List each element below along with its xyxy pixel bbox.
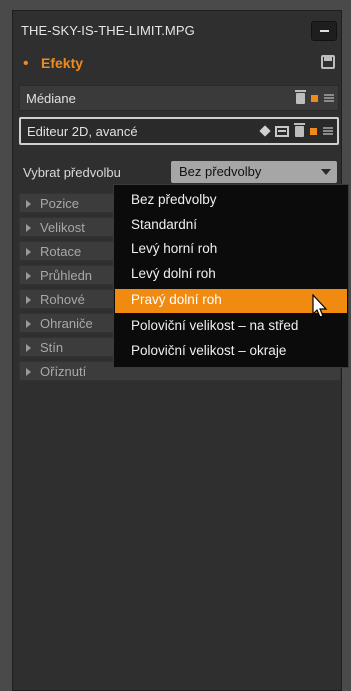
expand-arrow-icon: [26, 344, 31, 352]
window-title: THE-SKY-IS-THE-LIMIT.MPG: [21, 23, 195, 38]
expand-arrow-icon: [26, 224, 31, 232]
preset-select[interactable]: Bez předvolby: [171, 161, 337, 183]
trash-icon[interactable]: [295, 89, 306, 104]
option-label: Poloviční velikost – na střed: [131, 318, 299, 333]
effects-header: • Efekty: [19, 51, 339, 75]
orange-square-icon[interactable]: [311, 94, 318, 102]
effect-row-label: Médiane: [26, 91, 76, 106]
preset-select-value: Bez předvolby: [179, 164, 262, 179]
hamburger-icon[interactable]: [324, 94, 334, 102]
preset-dropdown: Bez předvolby Standardní Levý horní roh …: [113, 184, 349, 368]
section-label: Průhledn: [40, 268, 93, 283]
effect-row-mediane[interactable]: Médiane: [19, 85, 339, 111]
dropdown-option[interactable]: Levý dolní roh: [115, 263, 347, 287]
mouse-cursor-icon: [312, 294, 328, 318]
preset-label: Vybrat předvolbu: [23, 165, 121, 180]
dropdown-option[interactable]: Standardní: [115, 214, 347, 238]
effect-row-editeur-2d[interactable]: Editeur 2D, avancé: [19, 117, 339, 145]
dropdown-option[interactable]: Bez předvolby: [115, 189, 347, 213]
preset-row: Vybrat předvolbu Bez předvolby: [19, 161, 339, 185]
title-bar: THE-SKY-IS-THE-LIMIT.MPG: [19, 19, 339, 43]
effects-label: Efekty: [41, 55, 84, 71]
minimize-button[interactable]: [311, 21, 337, 41]
dropdown-option[interactable]: Poloviční velikost – okraje: [115, 340, 347, 364]
bullet-icon: •: [23, 55, 29, 72]
minimize-icon: [320, 30, 329, 32]
section-label: Stín: [40, 340, 64, 355]
section-label: Velikost: [40, 220, 85, 235]
expand-arrow-icon: [26, 200, 31, 208]
orange-square-icon[interactable]: [310, 127, 317, 135]
hamburger-icon[interactable]: [323, 127, 333, 135]
dropdown-option[interactable]: Levý horní roh: [115, 238, 347, 262]
panel-icon[interactable]: [275, 125, 289, 137]
save-icon[interactable]: [321, 55, 335, 69]
option-label: Levý horní roh: [131, 241, 218, 256]
expand-arrow-icon: [26, 248, 31, 256]
trash-icon[interactable]: [294, 122, 305, 137]
section-label: Pozice: [40, 196, 80, 211]
option-label: Poloviční velikost – okraje: [131, 343, 287, 358]
expand-arrow-icon: [26, 368, 31, 376]
section-label: Oříznutí: [40, 364, 87, 379]
expand-arrow-icon: [26, 320, 31, 328]
expand-arrow-icon: [26, 296, 31, 304]
effect-row-label: Editeur 2D, avancé: [27, 124, 138, 139]
section-label: Rohové: [40, 292, 85, 307]
option-label: Pravý dolní roh: [131, 292, 222, 307]
option-label: Bez předvolby: [131, 192, 217, 207]
section-label: Ohraniče: [40, 316, 93, 331]
option-label: Levý dolní roh: [131, 266, 216, 281]
chevron-down-icon: [321, 169, 331, 175]
option-label: Standardní: [131, 217, 198, 232]
section-label: Rotace: [40, 244, 82, 259]
keyframe-diamond-icon[interactable]: [259, 125, 271, 137]
expand-arrow-icon: [26, 272, 31, 280]
